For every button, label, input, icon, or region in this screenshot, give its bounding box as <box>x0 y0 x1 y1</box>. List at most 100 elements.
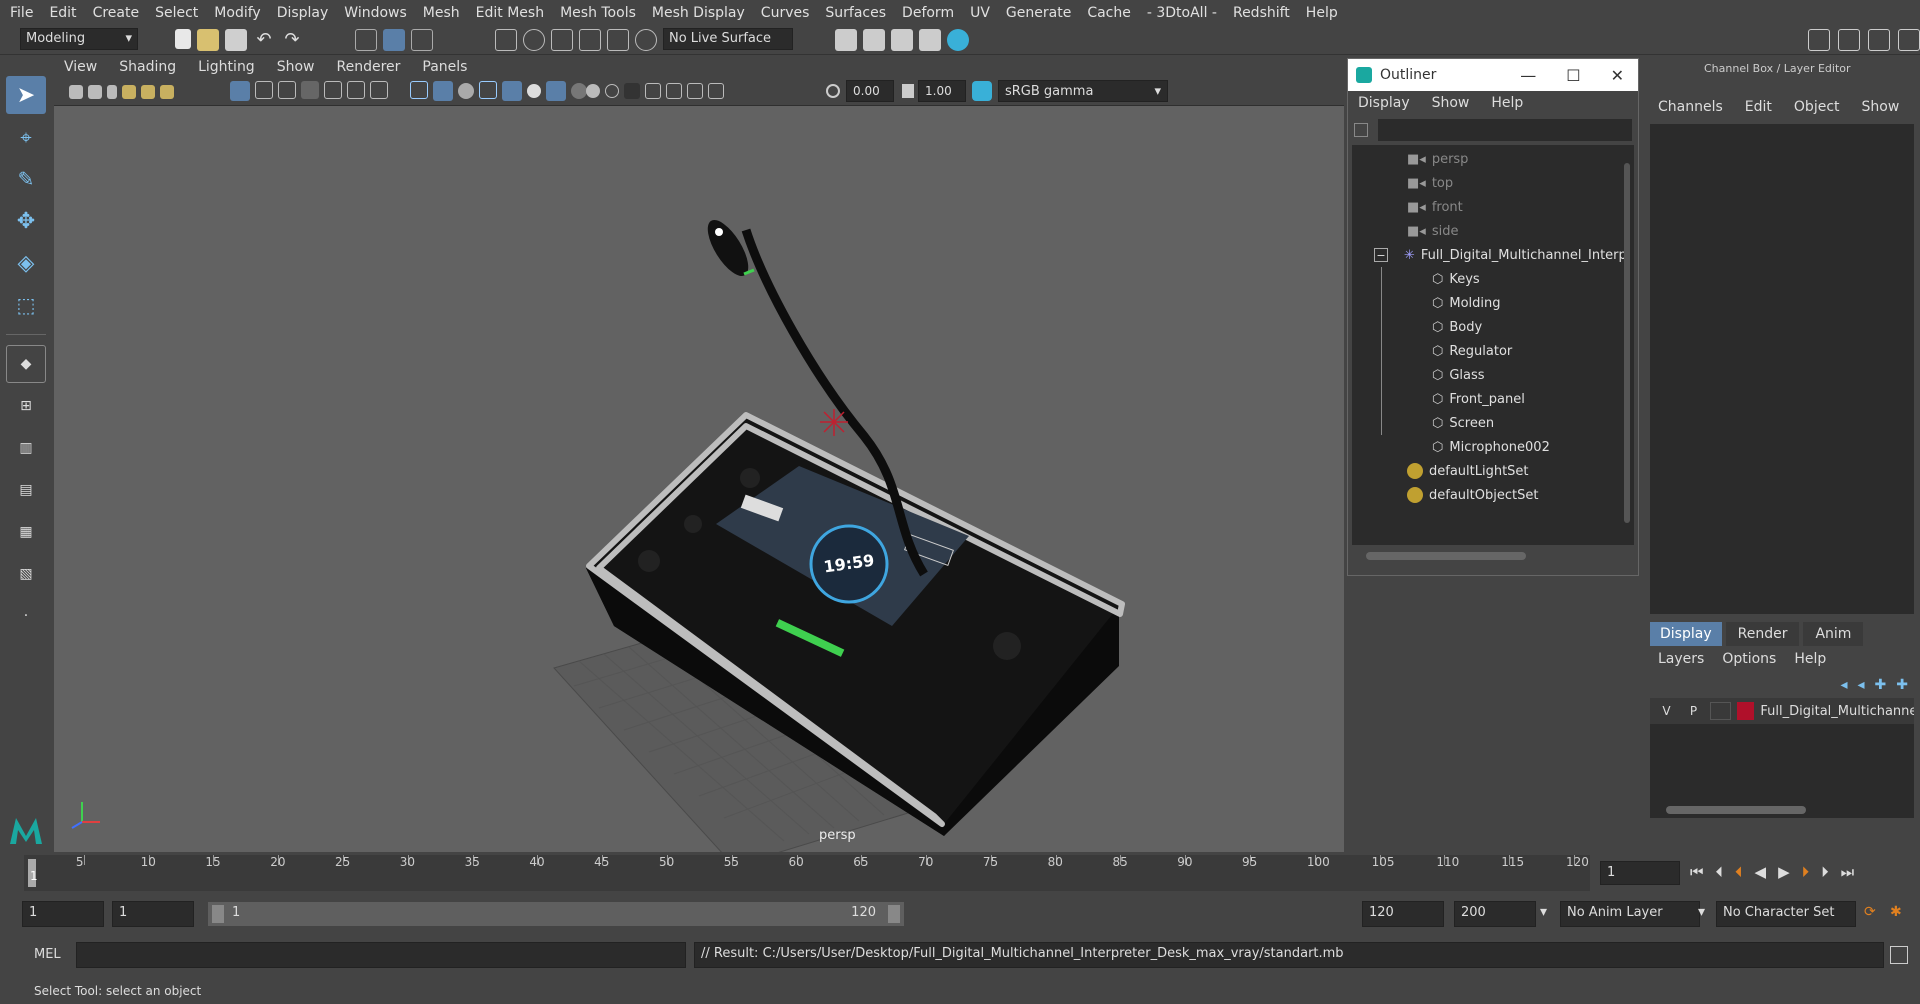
textured-icon[interactable] <box>502 81 522 101</box>
menu-select[interactable]: Select <box>155 5 198 21</box>
new-layer-selected-icon[interactable]: ✚ <box>1896 677 1908 693</box>
wireframe-on-shaded-icon[interactable] <box>479 81 497 99</box>
menu-edit[interactable]: Edit <box>49 5 76 21</box>
mode-dropdown[interactable]: Modeling ▾ <box>20 28 138 50</box>
graph-pane-button[interactable]: ▦ <box>6 513 46 551</box>
tool-settings-icon[interactable] <box>1868 29 1890 51</box>
channel-box-icon[interactable] <box>1898 29 1920 51</box>
cb-menu-channels[interactable]: Channels <box>1658 99 1723 115</box>
scale-tool-button[interactable]: ⬚ <box>6 286 46 324</box>
cb-menu-object[interactable]: Object <box>1794 99 1840 115</box>
layer-type-toggle[interactable] <box>1710 702 1732 720</box>
menu-file[interactable]: File <box>10 5 33 21</box>
tree-camera-top[interactable]: ■◂ top <box>1407 171 1634 195</box>
layer-menu-layers[interactable]: Layers <box>1658 651 1704 667</box>
snap-live-icon[interactable] <box>635 29 657 51</box>
rotate-tool-button[interactable]: ◈ <box>6 244 46 282</box>
menu-create[interactable]: Create <box>93 5 140 21</box>
tab-anim[interactable]: Anim <box>1803 622 1864 646</box>
menu-mesh-tools[interactable]: Mesh Tools <box>560 5 636 21</box>
open-scene-icon[interactable] <box>197 29 219 51</box>
mel-input[interactable] <box>76 942 686 968</box>
anim-prefs-icon[interactable]: ✱ <box>1890 904 1902 920</box>
default-material-icon[interactable] <box>458 83 474 99</box>
gate-mask-icon[interactable] <box>301 81 319 99</box>
tree-node-body[interactable]: ⬡ Body <box>1432 315 1634 339</box>
snap-curve-icon[interactable] <box>523 29 545 51</box>
menu-windows[interactable]: Windows <box>344 5 407 21</box>
camera-attr-icon[interactable] <box>88 85 102 99</box>
current-frame-field[interactable]: 1 <box>1600 861 1680 885</box>
tree-node-keys[interactable]: ⬡ Keys <box>1432 267 1634 291</box>
outliner-menu-display[interactable]: Display <box>1358 95 1410 111</box>
tree-camera-front[interactable]: ■◂ front <box>1407 195 1634 219</box>
go-to-start-icon[interactable]: ⏮ <box>1690 863 1704 881</box>
collapse-icon[interactable]: − <box>1374 248 1388 262</box>
safe-title-icon[interactable] <box>370 81 388 99</box>
lasso-tool-button[interactable]: ⌖ <box>6 118 46 156</box>
outliner-hscrollbar[interactable] <box>1354 547 1632 565</box>
prev-key-icon[interactable]: ⏴ <box>1735 863 1743 881</box>
camera-select-icon[interactable] <box>69 85 83 99</box>
outliner-menu-show[interactable]: Show <box>1432 95 1470 111</box>
menu-deform[interactable]: Deform <box>902 5 954 21</box>
snap-surface-icon[interactable] <box>607 29 629 51</box>
character-set-dropdown[interactable]: No Character Set <box>1716 901 1856 927</box>
modeling-toolkit-icon[interactable] <box>1808 29 1830 51</box>
step-forward-icon[interactable]: ⏵ <box>1821 863 1829 881</box>
layer-row[interactable]: V P Full_Digital_Multichannel <box>1650 698 1914 724</box>
menu-redshift[interactable]: Redshift <box>1233 5 1290 21</box>
chevron-down-icon[interactable]: ▾ <box>1540 904 1547 920</box>
outliner-vscrollbar[interactable] <box>1622 149 1632 539</box>
attribute-editor-icon[interactable] <box>1838 29 1860 51</box>
cb-menu-show[interactable]: Show <box>1862 99 1900 115</box>
two-d-pan-icon[interactable] <box>141 85 155 99</box>
side-pane-button[interactable]: ▥ <box>6 429 46 467</box>
live-surface-field[interactable]: No Live Surface <box>663 28 793 50</box>
snap-point-icon[interactable] <box>551 29 573 51</box>
persp-graph-button[interactable]: ▧ <box>6 555 46 593</box>
scene-end-field[interactable]: 200 <box>1454 901 1536 927</box>
colorspace-dropdown[interactable]: sRGB gamma ▾ <box>998 80 1168 102</box>
field-chart-icon[interactable] <box>324 81 342 99</box>
anim-layer-dropdown[interactable]: No Anim Layer <box>1560 901 1700 927</box>
snap-view-icon[interactable] <box>579 29 601 51</box>
outliner-search-input[interactable] <box>1378 119 1632 141</box>
layer-menu-options[interactable]: Options <box>1722 651 1776 667</box>
outliner-pane-button[interactable]: ▤ <box>6 471 46 509</box>
isolate-select-icon[interactable] <box>645 83 661 99</box>
minimize-icon[interactable]: — <box>1520 66 1536 85</box>
auto-key-icon[interactable]: ⟳ <box>1864 904 1876 920</box>
tree-camera-side[interactable]: ■◂ side <box>1407 219 1634 243</box>
menu-curves[interactable]: Curves <box>761 5 810 21</box>
tree-node-screen[interactable]: ⬡ Screen <box>1432 411 1634 435</box>
tree-node-front-panel[interactable]: ⬡ Front_panel <box>1432 387 1634 411</box>
tree-group-node[interactable]: − ✳ Full_Digital_Multichannel_Interp <box>1352 243 1634 267</box>
safe-action-icon[interactable] <box>347 81 365 99</box>
step-back-icon[interactable]: ⏴ <box>1716 863 1724 881</box>
undo-icon[interactable]: ↶ <box>253 29 275 51</box>
close-icon[interactable]: ✕ <box>1611 66 1624 85</box>
select-object-icon[interactable] <box>383 29 405 51</box>
tree-node-default-light-set[interactable]: defaultLightSet <box>1407 459 1634 483</box>
menu-cache[interactable]: Cache <box>1087 5 1131 21</box>
redo-icon[interactable]: ↷ <box>281 29 303 51</box>
layer-name[interactable]: Full_Digital_Multichannel <box>1760 704 1914 719</box>
single-pane-button[interactable]: ◆ <box>6 345 46 383</box>
play-backwards-icon[interactable]: ◀ <box>1755 863 1767 881</box>
tree-camera-persp[interactable]: ■◂ persp <box>1407 147 1634 171</box>
menu-3dtoall[interactable]: - 3DtoAll - <box>1147 5 1217 21</box>
viewport-menu-renderer[interactable]: Renderer <box>336 59 400 75</box>
menu-uv[interactable]: UV <box>970 5 990 21</box>
outliner-menu-help[interactable]: Help <box>1491 95 1523 111</box>
shadows-icon[interactable] <box>546 81 566 101</box>
smooth-shade-icon[interactable] <box>433 81 453 101</box>
select-hierarchy-icon[interactable] <box>355 29 377 51</box>
move-layer-down-icon[interactable]: ◂ <box>1858 677 1865 693</box>
tab-display[interactable]: Display <box>1650 622 1722 646</box>
scrollbar-thumb[interactable] <box>1624 163 1630 523</box>
viewport-menu-lighting[interactable]: Lighting <box>198 59 255 75</box>
viewport-menu-panels[interactable]: Panels <box>422 59 467 75</box>
wireframe-icon[interactable] <box>410 81 428 99</box>
mel-label[interactable]: MEL <box>34 947 61 962</box>
